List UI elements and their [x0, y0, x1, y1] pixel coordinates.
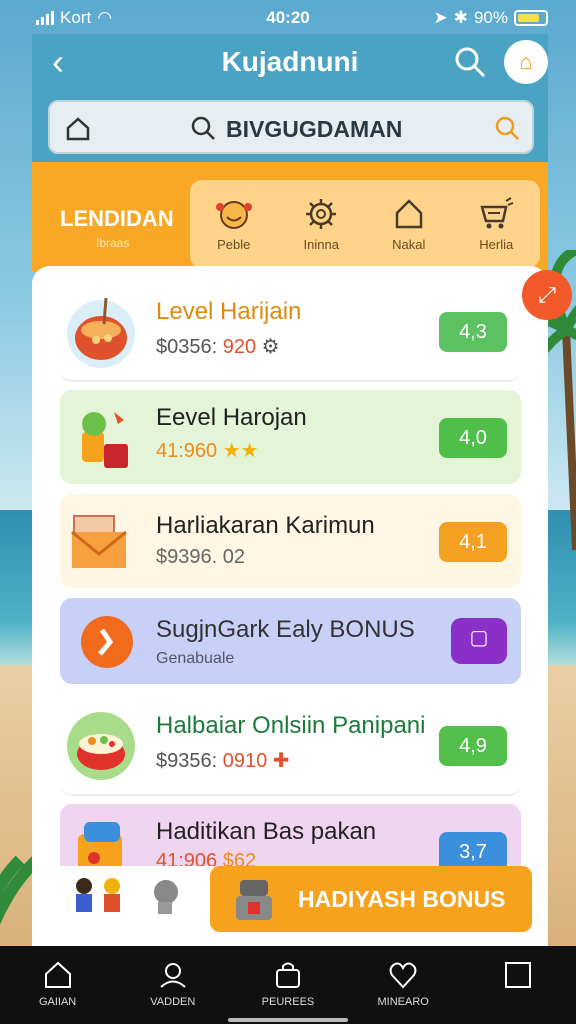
category-tab-ininna[interactable]: Ininna — [281, 197, 361, 252]
list-item[interactable]: SugjnGark Ealy BONUS Genabuale ▢ — [60, 598, 521, 684]
bonus-box-button[interactable]: ▢ — [451, 618, 507, 664]
app-header: ‹ Kujadnuni ⌂ BIVGUGDAMAN — [32, 34, 548, 162]
item-name: Harliakaran Karimun — [156, 512, 375, 539]
envelope-icon — [71, 515, 127, 568]
battery-percent: 90% — [473, 8, 508, 27]
bluetooth-icon: ✱ — [453, 8, 468, 27]
profile-badge-button[interactable]: ⌂ — [504, 40, 548, 84]
tab-home[interactable]: GAIIAN — [13, 960, 103, 1024]
category-tab-herlia[interactable]: Herlia — [456, 196, 536, 252]
category-tab-label: Peble — [217, 236, 251, 252]
bonus-button[interactable]: HADIYASH BONUS — [210, 866, 532, 932]
category-tab-peble[interactable]: Peble — [194, 197, 274, 252]
robot-icon — [236, 880, 272, 920]
gear-icon — [306, 198, 337, 229]
item-name: SugjnGark Ealy BONUS — [156, 616, 415, 643]
heart-icon — [389, 962, 417, 989]
house-icon — [395, 198, 422, 228]
status-bar: Kort ◠ 40:20 ➤ ✱ 90% — [0, 0, 576, 34]
cart-icon — [480, 196, 514, 228]
list-item[interactable]: Level Harijain $0356: 920 ⚙ 4,3 — [60, 282, 521, 382]
bag-icon — [275, 962, 300, 988]
category-tab-nakal[interactable]: Nakal — [369, 197, 449, 252]
search-bar[interactable]: BIVGUGDAMAN — [48, 100, 534, 154]
share-fab-button[interactable]: ⤢ — [522, 270, 572, 320]
user-icon — [160, 963, 186, 988]
pot-icon — [67, 297, 135, 368]
location-icon: ➤ — [433, 8, 448, 27]
tab-shop[interactable]: PEUREES — [243, 960, 333, 1024]
tab-label: VADDEN — [150, 996, 196, 1008]
settings-icon: ⚙ — [261, 336, 280, 358]
home-icon — [44, 961, 71, 988]
item-name: Halbaiar Onlsiin Panipani — [156, 712, 426, 739]
star-icon: ★★ — [222, 440, 259, 462]
item-sub: 41:960 ★★ — [156, 440, 259, 462]
tab-favorites[interactable]: MINEARO — [358, 960, 448, 1024]
food-bowl-icon — [67, 712, 135, 780]
category-tab-label: Nakal — [392, 236, 426, 252]
list-item[interactable]: Halbaiar Onlsiin Panipani $9356: 0910 ✚ … — [60, 700, 521, 796]
bonus-bar: HADIYASH BONUS — [48, 866, 532, 932]
item-score-badge[interactable]: 4,1 — [439, 522, 507, 562]
home-indicator — [228, 1018, 348, 1022]
list-item[interactable]: Harliakaran Karimun $9396. 02 4,1 — [60, 494, 521, 588]
kids-icon — [76, 878, 178, 914]
search-icon[interactable] — [452, 44, 488, 80]
item-score-badge[interactable]: 4,0 — [439, 418, 507, 458]
tab-label: PEUREES — [261, 996, 315, 1008]
category-main-label: LENDIDAN — [60, 206, 174, 231]
item-sub: Genabuale — [156, 650, 235, 667]
item-name: Level Harijain — [156, 298, 302, 325]
tab-more[interactable] — [473, 960, 563, 1024]
tab-label: GAIIAN — [38, 996, 77, 1008]
item-name: Eevel Harojan — [156, 404, 307, 431]
category-bar: LENDIDAN Ibraas Peble Ininna Nakal Herli… — [32, 162, 548, 272]
item-score-badge[interactable]: 4,3 — [439, 312, 507, 352]
tab-label: MINEARO — [377, 996, 429, 1008]
search-submit-icon[interactable] — [494, 115, 520, 141]
music-note-icon — [81, 616, 133, 668]
battery-icon — [514, 10, 548, 26]
item-score-badge[interactable]: 4,9 — [439, 726, 507, 766]
search-input[interactable]: BIVGUGDAMAN — [226, 116, 402, 143]
gift-icon: ✚ — [272, 750, 290, 772]
item-sub: $9396. 02 — [156, 546, 245, 568]
frog-toy-icon — [82, 412, 128, 468]
tab-profile[interactable]: VADDEN — [128, 960, 218, 1024]
friends-panel[interactable] — [48, 866, 214, 932]
item-name: Haditikan Bas pakan — [156, 818, 377, 845]
square-icon — [505, 962, 532, 988]
home-icon[interactable] — [64, 114, 92, 142]
category-tab-label: Herlia — [479, 236, 514, 252]
smile-icon — [215, 200, 252, 229]
bottom-tab-bar: GAIIAN VADDEN PEUREES MINEARO — [0, 946, 576, 1024]
category-tabs: Peble Ininna Nakal Herlia — [190, 180, 540, 268]
category-main[interactable]: LENDIDAN Ibraas — [40, 182, 190, 268]
bonus-label: HADIYASH BONUS — [298, 886, 506, 912]
category-tab-label: Ininna — [303, 236, 339, 252]
category-main-sub: Ibraas — [96, 236, 130, 250]
item-sub: $0356: 920 ⚙ — [156, 336, 280, 358]
magnifier-icon — [191, 116, 215, 140]
list-item[interactable]: Eevel Harojan 41:960 ★★ 4,0 — [60, 390, 521, 484]
item-sub: $9356: 0910 ✚ — [156, 750, 290, 772]
